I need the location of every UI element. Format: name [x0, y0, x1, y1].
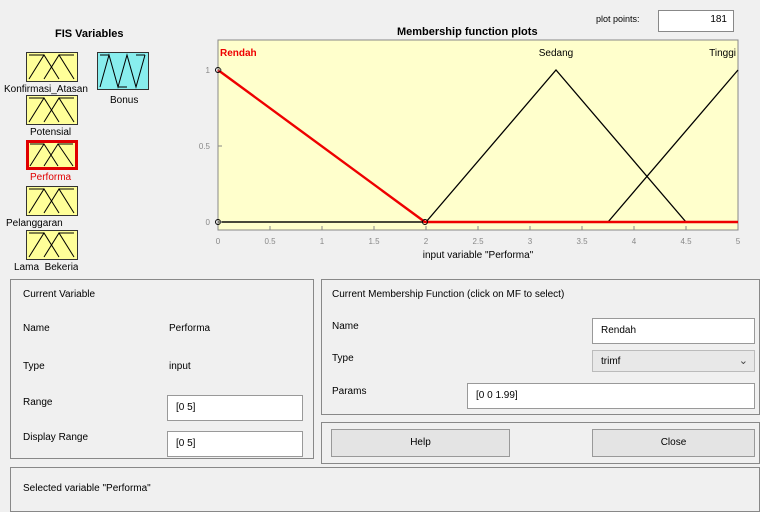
x-tick-label: 2.5: [472, 237, 484, 246]
mf-name-label: Name: [332, 321, 359, 332]
mf-params-label: Params: [332, 386, 367, 397]
x-axis-label: input variable "Performa": [423, 250, 534, 261]
status-bar: Selected variable "Performa": [10, 467, 760, 512]
mf-label-tinggi: Tinggi: [709, 48, 736, 59]
display-range-input[interactable]: [0 5]: [167, 431, 303, 457]
mf-type-select[interactable]: trimf ⌄: [592, 350, 755, 372]
mf-type-value: trimf: [601, 356, 621, 367]
mf-name-input[interactable]: Rendah: [592, 318, 755, 344]
x-tick-label: 0.5: [264, 237, 276, 246]
display-range-label: Display Range: [23, 432, 89, 443]
variable-name-value: Performa: [169, 323, 211, 334]
y-tick-label: 1: [206, 66, 211, 75]
x-tick-label: 3: [528, 237, 533, 246]
close-button[interactable]: Close: [592, 429, 755, 457]
current-variable-heading: Current Variable: [23, 289, 96, 300]
variable-name-label: Name: [23, 323, 50, 334]
x-tick-label: 4.5: [680, 237, 692, 246]
x-tick-label: 1: [320, 237, 325, 246]
mf-params-input[interactable]: [0 0 1.99]: [467, 383, 755, 409]
x-tick-label: 2: [424, 237, 429, 246]
status-text: Selected variable "Performa": [23, 483, 151, 494]
current-mf-panel: Current Membership Function (click on MF…: [321, 279, 760, 415]
x-tick-label: 3.5: [576, 237, 588, 246]
y-tick-label: 0.5: [199, 142, 211, 151]
range-label: Range: [23, 397, 53, 408]
x-tick-label: 5: [736, 237, 741, 246]
current-mf-heading: Current Membership Function (click on MF…: [332, 289, 565, 300]
button-panel: Help Close: [321, 422, 760, 464]
chevron-down-icon: ⌄: [738, 355, 748, 367]
help-button[interactable]: Help: [331, 429, 510, 457]
mf-type-label: Type: [332, 353, 354, 364]
y-tick-label: 0: [206, 218, 211, 227]
range-input[interactable]: [0 5]: [167, 395, 303, 421]
plot-area: [217, 39, 739, 231]
mf-label-rendah: Rendah: [220, 48, 257, 59]
x-tick-label: 4: [632, 237, 637, 246]
x-tick-label: 0: [216, 237, 221, 246]
membership-function-plot[interactable]: 0 0.5 1 1.5 2 2.5 3 3.5 4 4.5 5 0 0.5 1 Rendah Sedang T…: [0, 0, 760, 272]
variable-type-value: input: [169, 361, 191, 372]
variable-type-label: Type: [23, 361, 45, 372]
current-variable-panel: Current Variable Name Performa Type inpu…: [10, 279, 314, 459]
mf-label-sedang: Sedang: [539, 48, 573, 59]
x-tick-label: 1.5: [368, 237, 380, 246]
